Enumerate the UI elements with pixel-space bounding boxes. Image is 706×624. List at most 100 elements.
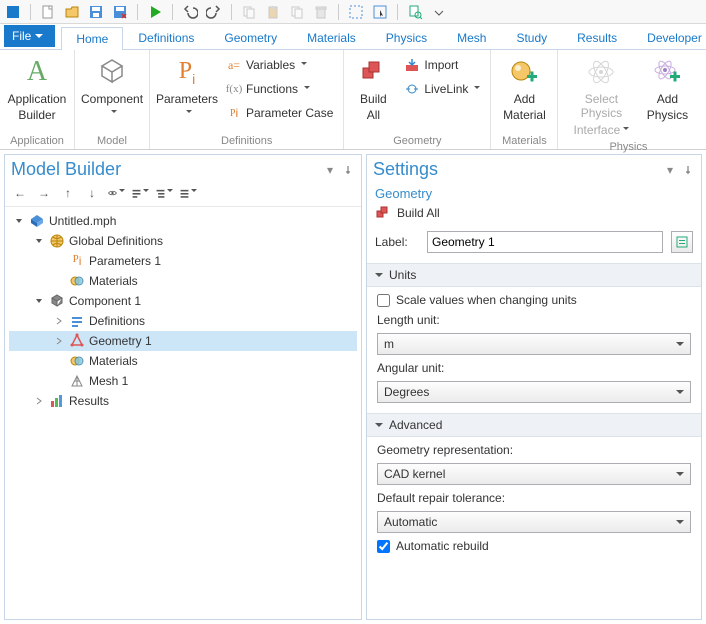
- tree-node[interactable]: Materials: [9, 351, 357, 371]
- panel-pin-icon[interactable]: [341, 163, 355, 177]
- atom-icon: [585, 56, 617, 88]
- parameter-case-button[interactable]: PiParameter Case: [222, 102, 337, 124]
- tab-physics[interactable]: Physics: [371, 26, 442, 49]
- tree-node[interactable]: Results: [9, 391, 357, 411]
- show-icon[interactable]: [107, 184, 125, 202]
- variables-icon: a=: [226, 57, 242, 73]
- tab-materials[interactable]: Materials: [292, 26, 371, 49]
- chevron-down-icon: [375, 273, 383, 281]
- add-physics-button[interactable]: Add Physics: [642, 54, 692, 125]
- tree-node-icon: [49, 393, 65, 409]
- build-all-link[interactable]: Build All: [367, 203, 701, 227]
- tree-expander-icon[interactable]: [33, 235, 45, 247]
- tree-node[interactable]: Definitions: [9, 311, 357, 331]
- select-physics-button[interactable]: Select Physics Interface: [564, 54, 638, 139]
- tab-geometry[interactable]: Geometry: [209, 26, 292, 49]
- scale-values-checkbox[interactable]: [377, 294, 390, 307]
- tree-expander-icon[interactable]: [53, 275, 65, 287]
- add-physics-icon: [651, 56, 683, 88]
- label-expand-button[interactable]: [671, 231, 693, 253]
- label-input[interactable]: [427, 231, 663, 253]
- tree-node[interactable]: Materials: [9, 271, 357, 291]
- up-icon[interactable]: ↑: [59, 184, 77, 202]
- add-material-icon: [508, 56, 540, 88]
- collapse-icon[interactable]: [131, 184, 149, 202]
- label-caption: Label:: [375, 235, 419, 249]
- ribbon-group-physics: Select Physics Interface Add Physics Phy…: [558, 50, 698, 149]
- tree-node[interactable]: PiParameters 1: [9, 251, 357, 271]
- run-icon[interactable]: [146, 1, 164, 23]
- tree-node[interactable]: Component 1: [9, 291, 357, 311]
- automatic-rebuild-checkbox[interactable]: [377, 540, 390, 553]
- geometry-representation-select[interactable]: CAD kernel: [377, 463, 691, 485]
- panel-pin-icon[interactable]: [681, 163, 695, 177]
- section-units-head[interactable]: Units: [367, 263, 701, 287]
- section-advanced-head[interactable]: Advanced: [367, 413, 701, 437]
- tab-developer[interactable]: Developer: [632, 26, 706, 49]
- build-all-button[interactable]: Build All: [350, 54, 396, 125]
- functions-button[interactable]: f(x)Functions: [222, 78, 337, 100]
- duplicate-icon[interactable]: [288, 1, 306, 23]
- tree-node[interactable]: Untitled.mph: [9, 211, 357, 231]
- component-button[interactable]: Component: [81, 54, 143, 123]
- parameters-button[interactable]: Pi Parameters: [156, 54, 218, 123]
- select-mode-icon[interactable]: [371, 1, 389, 23]
- settings-subtitle: Geometry: [367, 182, 701, 203]
- application-builder-button[interactable]: A Application Builder: [6, 54, 68, 125]
- paste-icon[interactable]: [264, 1, 282, 23]
- tab-study[interactable]: Study: [501, 26, 562, 49]
- functions-icon: f(x): [226, 81, 242, 97]
- ribbon-group-definitions: Pi Parameters a=Variables f(x)Functions …: [150, 50, 344, 149]
- tree-expander-icon[interactable]: [53, 335, 65, 347]
- tree-node[interactable]: Mesh 1: [9, 371, 357, 391]
- panel-menu-icon[interactable]: ▾: [663, 163, 677, 177]
- angular-unit-select[interactable]: Degrees: [377, 381, 691, 403]
- import-button[interactable]: Import: [400, 54, 484, 76]
- default-repair-tolerance-select[interactable]: Automatic: [377, 511, 691, 533]
- tree-expander-icon[interactable]: [53, 255, 65, 267]
- qat-app-icon[interactable]: [4, 1, 22, 23]
- length-unit-select[interactable]: m: [377, 333, 691, 355]
- tab-mesh[interactable]: Mesh: [442, 26, 501, 49]
- find-icon[interactable]: [406, 1, 424, 23]
- tree-expander-icon[interactable]: [53, 375, 65, 387]
- tree-expander-icon[interactable]: [13, 215, 25, 227]
- undo-icon[interactable]: [181, 1, 199, 23]
- tree-expander-icon[interactable]: [33, 395, 45, 407]
- redo-icon[interactable]: [205, 1, 223, 23]
- tree-node-icon: [29, 213, 45, 229]
- tree-node[interactable]: Geometry 1: [9, 331, 357, 351]
- tab-results[interactable]: Results: [562, 26, 632, 49]
- model-tree[interactable]: Untitled.mphGlobal DefinitionsPiParamete…: [5, 207, 361, 619]
- qat-dropdown-icon[interactable]: [430, 1, 448, 23]
- tree-expander-icon[interactable]: [53, 315, 65, 327]
- panel-menu-icon[interactable]: ▾: [323, 163, 337, 177]
- expand-icon[interactable]: [155, 184, 173, 202]
- livelink-button[interactable]: LiveLink: [400, 78, 484, 100]
- tree-expander-icon[interactable]: [33, 295, 45, 307]
- add-material-button[interactable]: Add Material: [497, 54, 551, 125]
- build-all-icon: [357, 56, 389, 88]
- open-icon[interactable]: [63, 1, 81, 23]
- save-as-icon[interactable]: [111, 1, 129, 23]
- copy-icon[interactable]: [240, 1, 258, 23]
- ribbon-group-label: Geometry: [350, 133, 484, 147]
- new-icon[interactable]: [39, 1, 57, 23]
- save-icon[interactable]: [87, 1, 105, 23]
- forward-icon[interactable]: →: [35, 184, 53, 202]
- delete-icon[interactable]: [312, 1, 330, 23]
- tree-node[interactable]: Global Definitions: [9, 231, 357, 251]
- tree-node-icon: [69, 373, 85, 389]
- down-icon[interactable]: ↓: [83, 184, 101, 202]
- ribbon-group-label: Application: [6, 133, 68, 147]
- tree-expander-icon[interactable]: [53, 355, 65, 367]
- tab-definitions[interactable]: Definitions: [123, 26, 209, 49]
- file-menu-button[interactable]: File: [4, 25, 55, 47]
- select-icon[interactable]: [347, 1, 365, 23]
- tree-menu-icon[interactable]: [179, 184, 197, 202]
- back-icon[interactable]: ←: [11, 184, 29, 202]
- tree-node-label: Mesh 1: [89, 374, 128, 388]
- build-all-label: Build All: [397, 206, 440, 220]
- variables-button[interactable]: a=Variables: [222, 54, 337, 76]
- tab-home[interactable]: Home: [61, 27, 123, 50]
